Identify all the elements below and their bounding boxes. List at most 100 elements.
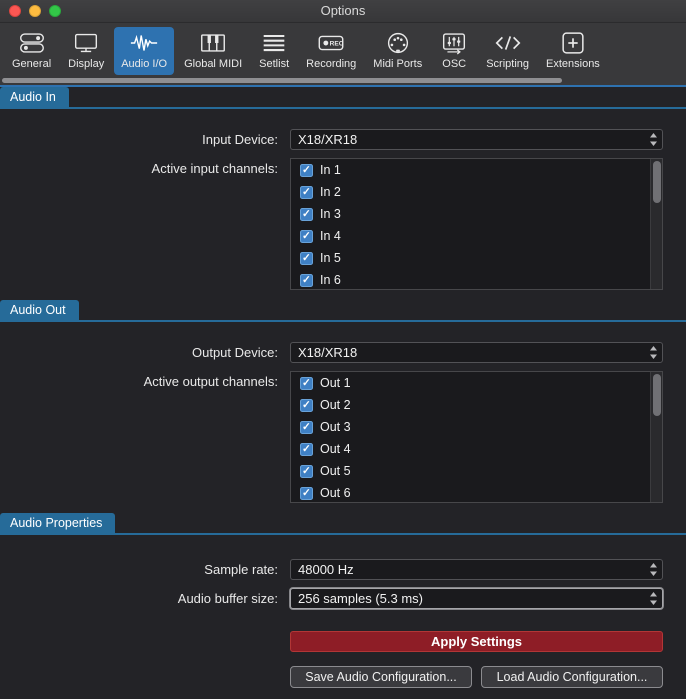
output-device-row: Output Device: X18/XR18 — [0, 342, 686, 363]
toolbar-item-display[interactable]: Display — [61, 27, 111, 75]
sample-rate-label: Sample rate: — [204, 562, 278, 577]
channel-label: In 5 — [320, 251, 341, 265]
close-button[interactable] — [9, 5, 21, 17]
channel-label: In 2 — [320, 185, 341, 199]
output-device-select[interactable]: X18/XR18 — [290, 342, 663, 363]
toolbar-item-general[interactable]: General — [5, 27, 58, 75]
input-device-value: X18/XR18 — [298, 132, 358, 147]
input-channels-list[interactable]: In 1 In 2 In 3 In 4 In 5 — [290, 158, 663, 290]
channel-row[interactable]: Out 5 — [291, 460, 662, 482]
channel-row[interactable]: In 6 — [291, 269, 662, 289]
toolbar-item-global-midi[interactable]: Global MIDI — [177, 27, 249, 75]
audio-out-section-header: Audio Out — [0, 300, 686, 322]
list-scrollbar-thumb[interactable] — [653, 161, 661, 203]
tab-audio-in: Audio In — [0, 87, 69, 107]
window-title: Options — [320, 3, 366, 18]
traffic-lights — [9, 5, 61, 17]
toolbar-item-extensions[interactable]: Extensions — [539, 27, 607, 75]
list-scrollbar[interactable] — [650, 372, 662, 502]
tab-audio-properties: Audio Properties — [0, 513, 116, 533]
minimize-button[interactable] — [29, 5, 41, 17]
apply-row: Apply Settings — [0, 631, 686, 652]
channel-row[interactable]: Out 4 — [291, 438, 662, 460]
tab-audio-out: Audio Out — [0, 300, 79, 320]
list-scrollbar-thumb[interactable] — [653, 374, 661, 416]
buffer-size-value: 256 samples (5.3 ms) — [298, 591, 423, 606]
piano-icon — [198, 31, 228, 55]
svg-text:REC: REC — [330, 40, 344, 47]
display-icon — [71, 31, 101, 55]
sample-rate-row: Sample rate: 48000 Hz — [0, 559, 686, 580]
checkbox-checked-icon[interactable] — [300, 398, 313, 412]
sample-rate-select[interactable]: 48000 Hz — [290, 559, 663, 580]
input-channels-label: Active input channels: — [151, 161, 278, 176]
toolbar-item-osc[interactable]: OSC — [432, 27, 476, 75]
output-channels-label: Active output channels: — [143, 374, 278, 389]
checkbox-checked-icon[interactable] — [300, 486, 313, 500]
audio-io-pane: Audio In Input Device: X18/XR18 Active i… — [0, 87, 686, 699]
channel-row[interactable]: Out 6 — [291, 482, 662, 502]
checkbox-checked-icon[interactable] — [300, 185, 313, 199]
options-window: Options General Display Audio I/O Global… — [0, 0, 686, 699]
toolbar-item-label: Setlist — [259, 58, 290, 70]
toolbar-item-recording[interactable]: REC Recording — [299, 27, 363, 75]
checkbox-checked-icon[interactable] — [300, 229, 313, 243]
channel-label: Out 3 — [320, 420, 351, 434]
input-device-row: Input Device: X18/XR18 — [0, 129, 686, 150]
toolbar-item-label: Display — [68, 58, 105, 70]
channel-row[interactable]: Out 2 — [291, 394, 662, 416]
toolbar-item-label: Audio I/O — [121, 58, 168, 70]
toolbar-item-label: Scripting — [486, 58, 529, 70]
channel-label: Out 5 — [320, 464, 351, 478]
channel-row[interactable]: In 2 — [291, 181, 662, 203]
toolbar-item-setlist[interactable]: Setlist — [252, 27, 296, 75]
list-scrollbar[interactable] — [650, 159, 662, 289]
checkbox-checked-icon[interactable] — [300, 420, 313, 434]
toolbar-scrollbar[interactable] — [0, 77, 686, 85]
checkbox-checked-icon[interactable] — [300, 442, 313, 456]
stepper-arrows-icon — [649, 562, 658, 577]
output-channels-list[interactable]: Out 1 Out 2 Out 3 Out 4 Out 5 — [290, 371, 663, 503]
channel-row[interactable]: Out 3 — [291, 416, 662, 438]
input-device-select[interactable]: X18/XR18 — [290, 129, 663, 150]
stepper-arrows-icon — [649, 132, 658, 147]
channel-row[interactable]: In 3 — [291, 203, 662, 225]
channel-row[interactable]: In 1 — [291, 159, 662, 181]
input-device-label: Input Device: — [202, 132, 278, 147]
channel-row[interactable]: In 4 — [291, 225, 662, 247]
load-audio-configuration-button[interactable]: Load Audio Configuration... — [481, 666, 663, 688]
audio-properties-section-header: Audio Properties — [0, 513, 686, 535]
output-channels-row: Active output channels: Out 1 Out 2 Out … — [0, 371, 686, 503]
channel-label: In 1 — [320, 163, 341, 177]
channel-label: In 3 — [320, 207, 341, 221]
buffer-size-select[interactable]: 256 samples (5.3 ms) — [290, 588, 663, 609]
midi-din-icon — [383, 31, 413, 55]
checkbox-checked-icon[interactable] — [300, 376, 313, 390]
config-buttons-row: Save Audio Configuration... Load Audio C… — [0, 666, 686, 688]
checkbox-checked-icon[interactable] — [300, 207, 313, 221]
toolbar-scrollbar-thumb[interactable] — [2, 78, 562, 83]
toolbar-item-audio-io[interactable]: Audio I/O — [114, 27, 175, 75]
toolbar-item-label: General — [12, 58, 52, 70]
checkbox-checked-icon[interactable] — [300, 251, 313, 265]
checkbox-checked-icon[interactable] — [300, 464, 313, 478]
zoom-button[interactable] — [49, 5, 61, 17]
toolbar-item-scripting[interactable]: Scripting — [479, 27, 536, 75]
channel-label: In 6 — [320, 273, 341, 287]
waveform-icon — [129, 31, 159, 55]
save-audio-configuration-button[interactable]: Save Audio Configuration... — [290, 666, 472, 688]
audio-in-section-header: Audio In — [0, 87, 686, 109]
checkbox-checked-icon[interactable] — [300, 273, 313, 287]
setlist-icon — [259, 31, 289, 55]
checkbox-checked-icon[interactable] — [300, 163, 313, 177]
channel-row[interactable]: In 5 — [291, 247, 662, 269]
channel-label: Out 1 — [320, 376, 351, 390]
apply-settings-button[interactable]: Apply Settings — [290, 631, 663, 652]
toolbar-item-label: Recording — [306, 58, 357, 70]
osc-icon — [439, 31, 469, 55]
toolbar-item-midi-ports[interactable]: Midi Ports — [366, 27, 429, 75]
toolbar-item-label: Global MIDI — [184, 58, 243, 70]
channel-row[interactable]: Out 1 — [291, 372, 662, 394]
code-icon — [493, 31, 523, 55]
channel-label: Out 6 — [320, 486, 351, 500]
